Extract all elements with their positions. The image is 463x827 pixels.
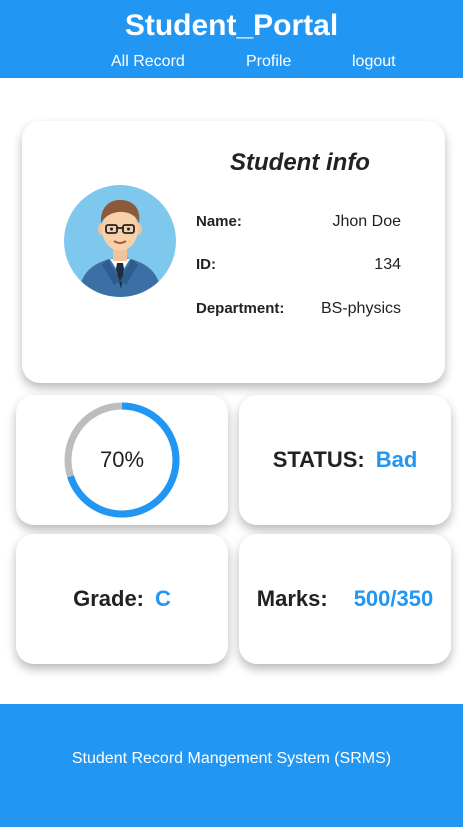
top-header: Student_Portal All Record Profile logout: [0, 0, 463, 78]
student-info-title: Student info: [230, 149, 370, 176]
department-value: BS-physics: [320, 300, 401, 317]
marks-value: 500/350: [353, 586, 434, 611]
avatar-icon: [64, 185, 176, 297]
grade-value: C: [155, 586, 171, 611]
grade-label: Grade:: [73, 586, 145, 611]
progress-card: 70%: [16, 395, 228, 525]
marks-label: Marks:: [256, 586, 328, 611]
status-card: STATUS: Bad: [239, 395, 451, 525]
id-label: ID:: [196, 256, 216, 273]
status-label: STATUS:: [272, 447, 365, 472]
student-avatar: [64, 185, 176, 297]
name-label: Name:: [196, 213, 242, 230]
progress-percent-label: 70%: [99, 447, 145, 472]
nav-all-record-link[interactable]: All Record: [111, 52, 185, 72]
student-info-card: Student info Name: Jhon Doe ID: 134 Depa…: [22, 121, 445, 383]
id-value: 134: [374, 256, 401, 273]
page-footer: Student Record Mangement System (SRMS): [0, 704, 463, 827]
name-value: Jhon Doe: [332, 213, 402, 230]
nav-logout-link[interactable]: logout: [352, 52, 396, 72]
footer-text: Student Record Mangement System (SRMS): [71, 750, 392, 767]
department-label: Department:: [196, 300, 285, 317]
status-value: Bad: [375, 447, 418, 472]
marks-card: Marks: 500/350: [239, 534, 451, 664]
nav-profile-link[interactable]: Profile: [246, 52, 291, 72]
grade-card: Grade: C: [16, 534, 228, 664]
brand-title: Student_Portal: [124, 9, 339, 42]
